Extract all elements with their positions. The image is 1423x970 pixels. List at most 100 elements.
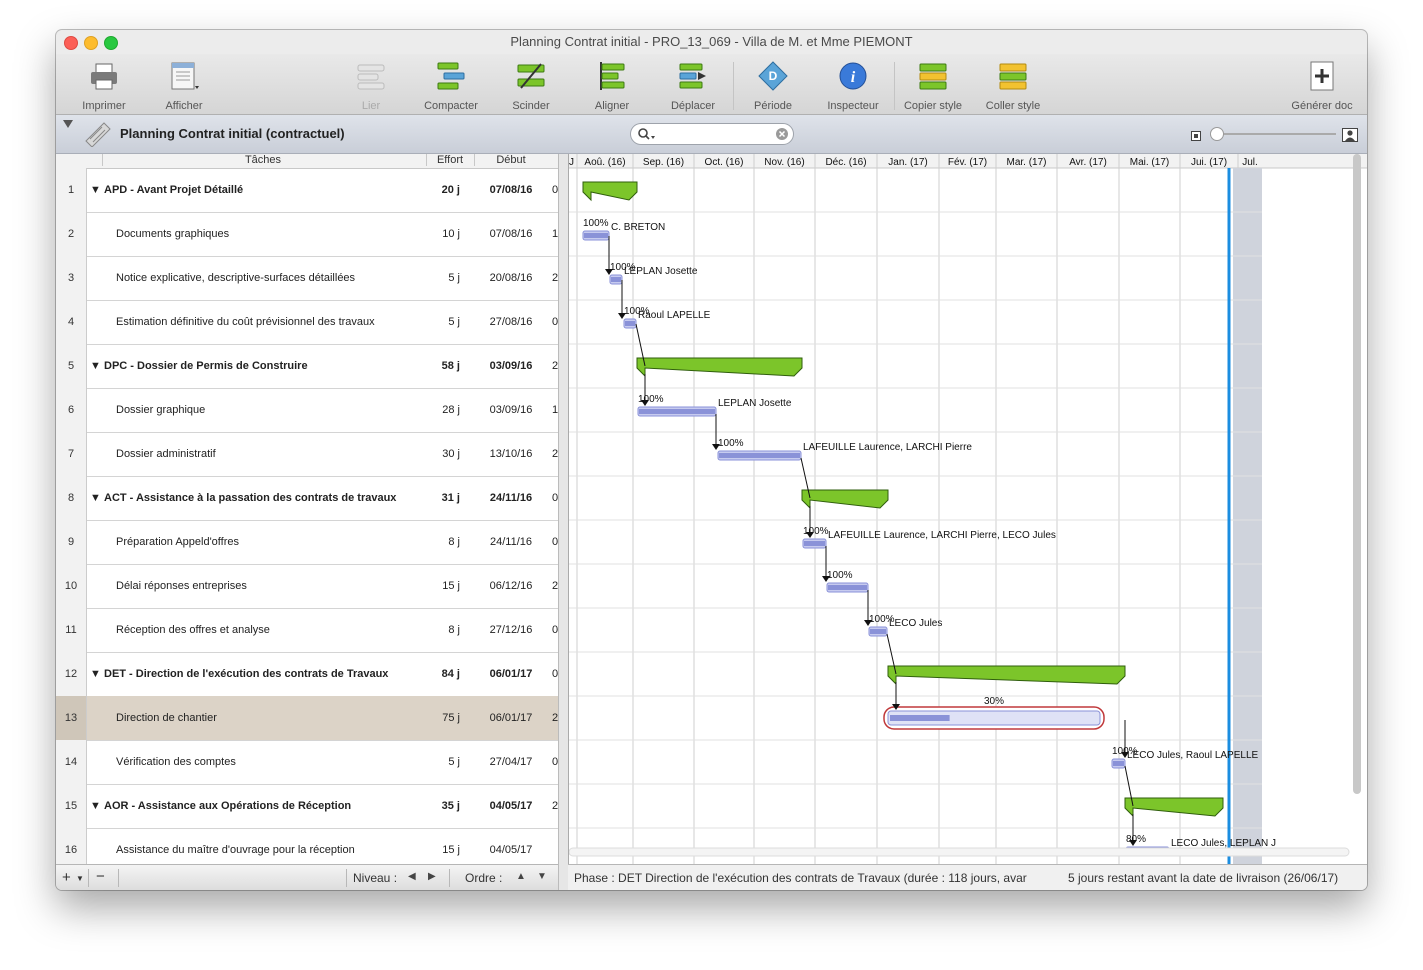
compact-button[interactable]: Compacter (411, 60, 491, 112)
task-progress-bar (611, 277, 621, 282)
niveau-left-icon[interactable]: ◀ (408, 871, 416, 882)
task-start-date: 06/01/17 (489, 712, 533, 724)
month-label: Jan. (17) (888, 157, 927, 168)
task-effort: 58 j (441, 360, 460, 372)
table-row[interactable]: 10 Délai réponses entreprises 15 j 06/12/16… (56, 564, 558, 609)
expand-triangle-icon[interactable]: ▼ (90, 784, 101, 828)
zoom-out-icon[interactable] (1191, 131, 1201, 141)
table-row[interactable]: 5 ▼ DPC - Dossier de Permis de Construire 5… (56, 344, 558, 389)
expand-triangle-icon[interactable]: ▼ (90, 344, 101, 388)
window-title: Planning Contrat initial - PRO_13_069 - … (510, 34, 913, 49)
row-number: 3 (56, 256, 87, 300)
month-label: Aoû. (16) (584, 157, 625, 168)
svg-text:i: i (851, 69, 856, 86)
table-row[interactable]: 4 Estimation définitive du coût prévision… (56, 300, 558, 345)
task-percent-label: 100% (827, 570, 853, 581)
table-row[interactable]: 12 ▼ DET - Direction de l'exécution des co… (56, 652, 558, 697)
group-summary-bar (582, 181, 638, 202)
print-button[interactable]: Imprimer (64, 60, 144, 112)
task-percent-label: 80% (1126, 834, 1146, 845)
task-name: Dossier administratif (116, 448, 216, 460)
search-input[interactable] (630, 123, 794, 145)
remove-task-button[interactable]: − (96, 868, 105, 885)
debut-column-header[interactable]: Début (474, 154, 547, 166)
row-number: 2 (56, 212, 87, 256)
app-window: Planning Contrat initial - PRO_13_069 - … (56, 30, 1367, 890)
task-start-date: 07/08/16 (489, 228, 533, 240)
expand-triangle-icon[interactable]: ▼ (90, 476, 101, 520)
task-resource-label: Raoul LAPELLE (638, 310, 711, 321)
copy-style-button[interactable]: Copier style (893, 60, 973, 112)
table-row[interactable]: 6 Dossier graphique 28 j 03/09/16 1 (56, 388, 558, 433)
task-name: Préparation Appeld'offres (116, 536, 239, 548)
ordre-down-icon[interactable]: ▼ (537, 871, 547, 882)
table-row[interactable]: 13 Direction de chantier 75 j 06/01/17 2 (56, 696, 558, 741)
period-button[interactable]: D Période (733, 60, 813, 112)
expand-triangle-icon[interactable]: ▼ (90, 168, 101, 212)
gantt-chart: J Aoû. (16) Sep. (16) Oct. (16) Nov. (16) Déc… (568, 154, 1367, 864)
disclosure-triangle-icon[interactable] (62, 119, 74, 129)
zoom-button[interactable] (104, 36, 118, 50)
generate-doc-button[interactable]: Générer doc (1282, 60, 1362, 112)
link-button[interactable]: Lier (331, 60, 411, 112)
task-start-date: 07/08/16 (489, 184, 533, 196)
task-progress-bar (639, 409, 715, 414)
task-progress-bar (1113, 761, 1124, 766)
compact-icon (437, 62, 465, 90)
zoom-in-icon[interactable] (1342, 128, 1358, 142)
table-row[interactable]: 3 Notice explicative, descriptive-surface… (56, 256, 558, 301)
view-button[interactable]: Afficher (144, 60, 224, 112)
table-row[interactable]: 16 Assistance du maître d'ouvrage pour la… (56, 828, 558, 864)
table-row[interactable]: 8 ▼ ACT - Assistance à la passation des co… (56, 476, 558, 521)
table-row[interactable]: 9 Préparation Appeld'offres 8 j 24/11/16 0 (56, 520, 558, 565)
effort-column-header[interactable]: Effort (426, 154, 473, 166)
task-start-date: 03/09/16 (489, 404, 533, 416)
task-start-date: 13/10/16 (489, 448, 533, 460)
clear-search-icon[interactable] (775, 127, 789, 141)
zoom-slider-track[interactable] (1216, 133, 1336, 135)
month-label: Fév. (17) (948, 157, 987, 168)
inspector-button[interactable]: i Inspecteur (813, 60, 893, 112)
task-start-date: 24/11/16 (489, 536, 532, 548)
align-icon (600, 62, 625, 90)
expand-triangle-icon[interactable]: ▼ (90, 652, 101, 696)
task-resource-label: LAFEUILLE Laurence, LARCHI Pierre (803, 442, 972, 453)
task-start-date: 04/05/17 (489, 844, 533, 856)
split-button[interactable]: Scinder (491, 60, 571, 112)
zoom-slider-knob[interactable] (1210, 127, 1224, 141)
align-button[interactable]: Aligner (572, 60, 652, 112)
task-name: Documents graphiques (116, 228, 230, 240)
task-column-header[interactable]: Tâches (102, 154, 423, 166)
move-button[interactable]: Déplacer (653, 60, 733, 112)
close-button[interactable] (64, 36, 78, 50)
task-start-date: 24/11/16 (489, 492, 533, 504)
table-row[interactable]: 7 Dossier administratif 30 j 13/10/16 2 (56, 432, 558, 477)
paste-style-icon (999, 63, 1027, 90)
ordre-up-icon[interactable]: ▲ (516, 871, 526, 882)
task-percent-label: 100% (583, 218, 609, 229)
paste-style-button[interactable]: Coller style (973, 60, 1053, 112)
task-name: ACT - Assistance à la passation des cont… (104, 492, 397, 504)
task-start-date: 27/12/16 (489, 624, 533, 636)
month-label: Mar. (17) (1006, 157, 1046, 168)
task-effort: 5 j (448, 756, 460, 768)
task-start-date: 04/05/17 (489, 800, 533, 812)
table-row[interactable]: 11 Réception des offres et analyse 8 j 27/1… (56, 608, 558, 653)
task-name: Dossier graphique (116, 404, 206, 416)
statusbar-divider (118, 869, 119, 887)
row-number: 9 (56, 520, 87, 564)
niveau-right-icon[interactable]: ▶ (428, 871, 436, 882)
split-icon (517, 63, 545, 89)
table-row[interactable]: 1 ▼ APD - Avant Projet Détaillé 20 j 07/08/1… (56, 168, 558, 213)
month-label: Avr. (17) (1069, 157, 1107, 168)
task-name: Réception des offres et analyse (116, 624, 270, 636)
table-row[interactable]: 14 Vérification des comptes 5 j 27/04/17 0 (56, 740, 558, 785)
minimize-button[interactable] (84, 36, 98, 50)
add-task-button[interactable]: + (62, 869, 71, 886)
table-row[interactable]: 15 ▼ AOR - Assistance aux Opérations de Ré… (56, 784, 558, 829)
task-resource-label: LECO Jules (889, 618, 942, 629)
row-number: 16 (56, 828, 87, 864)
table-row[interactable]: 2 Documents graphiques 10 j 07/08/16 1 (56, 212, 558, 257)
vertical-scrollbar (1353, 154, 1361, 794)
add-menu-arrow-icon[interactable]: ▼ (76, 874, 84, 883)
